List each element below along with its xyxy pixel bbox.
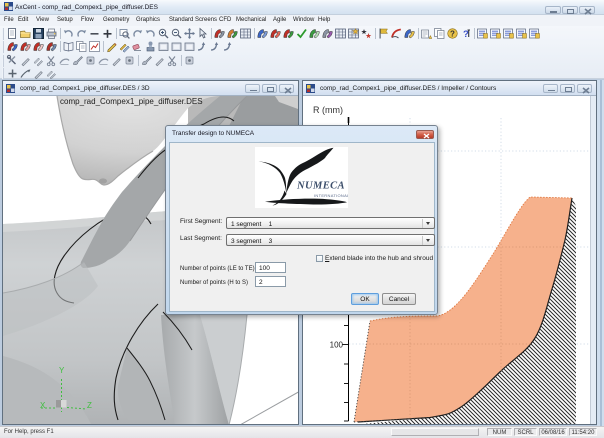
svg-text:?: ? — [463, 29, 469, 40]
svg-text:Y: Y — [59, 366, 65, 375]
svg-text:NUMECA: NUMECA — [296, 181, 345, 192]
svg-text:R (mm): R (mm) — [313, 105, 343, 115]
svg-text:?: ? — [450, 29, 455, 38]
svg-text:Z: Z — [87, 401, 92, 410]
svg-text:INTERNATIONAL: INTERNATIONAL — [314, 193, 348, 198]
svg-text:100: 100 — [330, 341, 344, 350]
svg-text:X: X — [40, 401, 46, 410]
